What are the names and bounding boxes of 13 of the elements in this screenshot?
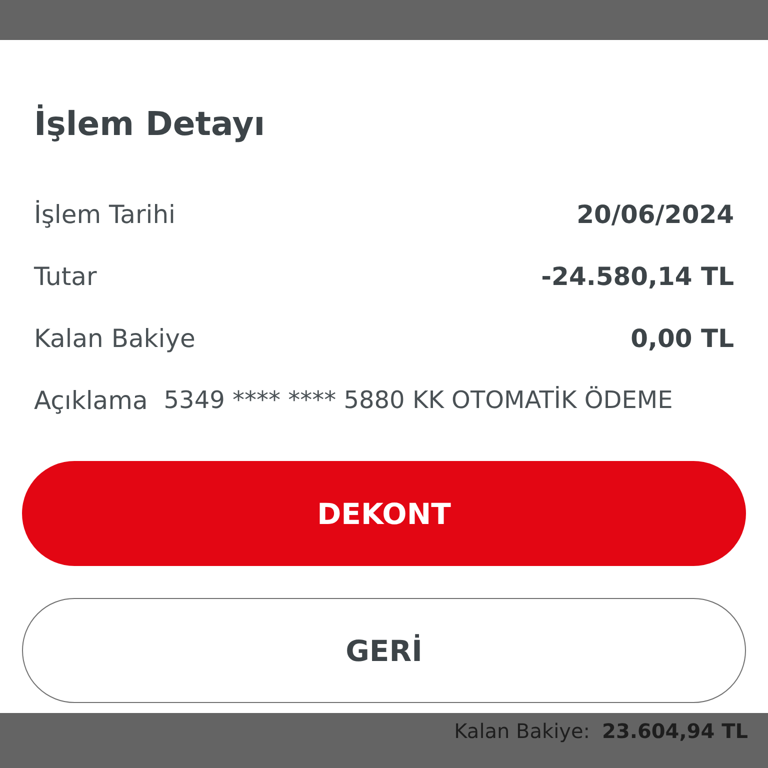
back-button[interactable]: GERİ — [22, 598, 746, 703]
balance-label: Kalan Bakiye: — [454, 719, 590, 743]
field-label: İşlem Tarihi — [34, 200, 176, 228]
dialog-title: İşlem Detayı — [33, 104, 266, 143]
field-label: Tutar — [34, 262, 97, 290]
field-value: -24.580,14 TL — [541, 262, 734, 290]
field-value: 20/06/2024 — [576, 200, 734, 228]
receipt-button[interactable]: DEKONT — [22, 461, 746, 566]
field-value: 0,00 TL — [630, 324, 734, 352]
field-label: Kalan Bakiye — [34, 324, 196, 352]
field-label: Açıklama — [34, 386, 148, 414]
balance-value: 23.604,94 TL — [602, 719, 748, 743]
field-value: 5349 **** **** 5880 KK OTOMATİK ÖDEME — [164, 386, 673, 414]
